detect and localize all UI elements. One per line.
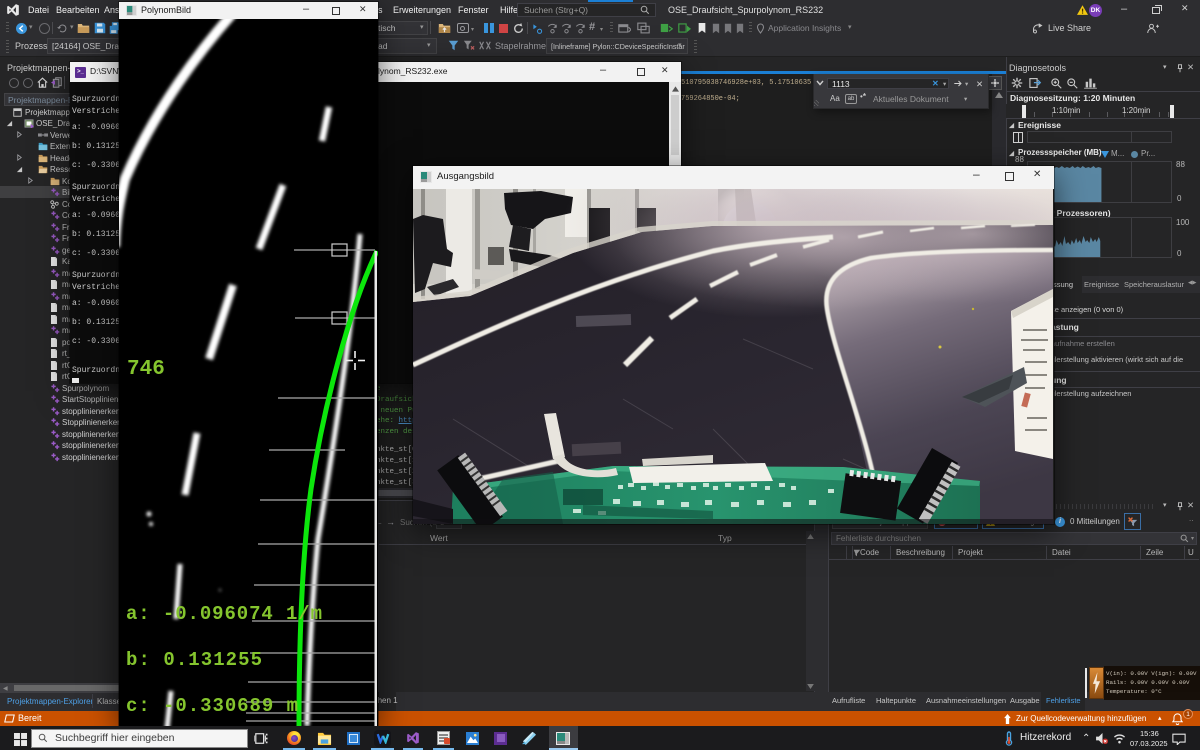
svg-text:b: 0.131255: b: 0.131255 — [126, 649, 262, 671]
svg-text:746: 746 — [127, 358, 165, 381]
svg-text:c: -0.330689 m: c: -0.330689 m — [126, 695, 298, 717]
svg-text:a: -0.096074 1/m: a: -0.096074 1/m — [126, 603, 322, 625]
